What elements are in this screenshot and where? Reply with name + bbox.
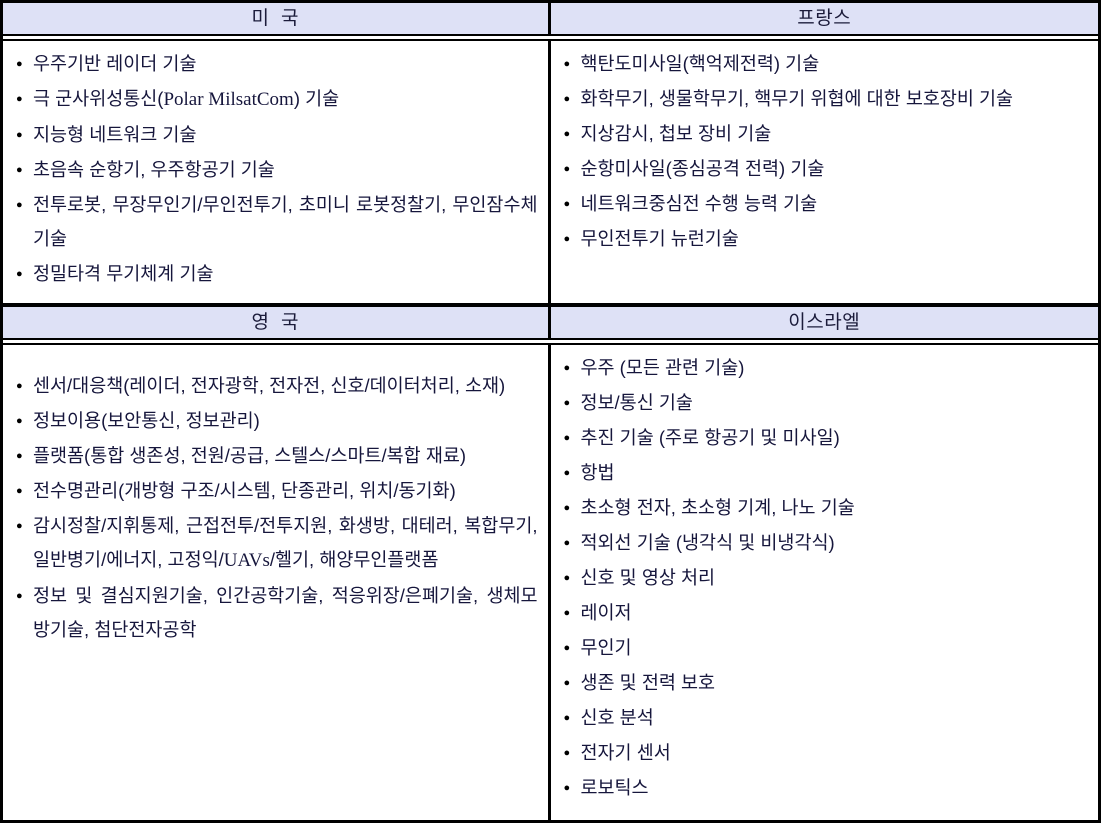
cell-israel: 우주 (모든 관련 기술) 정보/통신 기술 추진 기술 (주로 항공기 및 미… (551, 345, 1099, 820)
list-item: 무인전투기 뉴런기술 (561, 222, 1089, 256)
list-item: 신호 및 영상 처리 (561, 561, 1089, 595)
list-item: 무인기 (561, 631, 1089, 665)
list-item: 플랫폼(통합 생존성, 전원/공급, 스텔스/스마트/복합 재료) (13, 439, 538, 473)
cell-france: 핵탄도미사일(핵억제전력) 기술 화학무기, 생물학무기, 핵무기 위협에 대한… (551, 41, 1099, 303)
list-item: 정보/통신 기술 (561, 386, 1089, 420)
cell-usa: 우주기반 레이더 기술 극 군사위성통신(Polar MilsatCom) 기술… (3, 41, 551, 303)
list-item: 화학무기, 생물학무기, 핵무기 위협에 대한 보호장비 기술 (561, 82, 1089, 116)
list-item: 생존 및 전력 보호 (561, 666, 1089, 700)
list-item: 정보 및 결심지원기술, 인간공학기술, 적응위장/은폐기술, 생체모방기술, … (13, 579, 538, 647)
bullet-list-usa: 우주기반 레이더 기술 극 군사위성통신(Polar MilsatCom) 기술… (13, 47, 538, 291)
list-item: 정밀타격 무기체계 기술 (13, 257, 538, 291)
list-item: 추진 기술 (주로 항공기 및 미사일) (561, 421, 1089, 455)
bullet-list-israel: 우주 (모든 관련 기술) 정보/통신 기술 추진 기술 (주로 항공기 및 미… (561, 351, 1089, 805)
latin-run: Polar MilsatCom (163, 89, 294, 110)
list-item: 센서/대응책(레이더, 전자광학, 전자전, 신호/데이터처리, 소재) (13, 369, 538, 403)
table-row-2: 영 국 이스라엘 센서/대응책(레이더, 전자광학, 전자전, 신호/데이터처리… (3, 303, 1098, 820)
body-row-2: 센서/대응책(레이더, 전자광학, 전자전, 신호/데이터처리, 소재) 정보이… (3, 345, 1098, 820)
list-item: 정보이용(보안통신, 정보관리) (13, 404, 538, 438)
header-row-2: 영 국 이스라엘 (3, 307, 1098, 339)
column-header-uk: 영 국 (3, 307, 551, 338)
list-item: 전수명관리(개방형 구조/시스템, 단종관리, 위치/동기화) (13, 474, 538, 508)
list-item: 신호 분석 (561, 701, 1089, 735)
list-item: 항법 (561, 456, 1089, 490)
list-item: 네트워크중심전 수행 능력 기술 (561, 187, 1089, 221)
list-item: 전투로봇, 무장무인기/무인전투기, 초미니 로봇정찰기, 무인잠수체 기술 (13, 188, 538, 256)
column-header-israel: 이스라엘 (550, 307, 1098, 338)
list-item: 순항미사일(종심공격 전력) 기술 (561, 152, 1089, 186)
list-item: 우주기반 레이더 기술 (13, 47, 538, 81)
list-item: 초소형 전자, 초소형 기계, 나노 기술 (561, 491, 1089, 525)
cell-uk: 센서/대응책(레이더, 전자광학, 전자전, 신호/데이터처리, 소재) 정보이… (3, 345, 551, 820)
list-item: 초음속 순항기, 우주항공기 기술 (13, 153, 538, 187)
column-header-france: 프랑스 (550, 3, 1098, 34)
list-item: 전자기 센서 (561, 736, 1089, 770)
latin-run: UAVs (223, 550, 270, 571)
list-item: 적외선 기술 (냉각식 및 비냉각식) (561, 526, 1089, 560)
list-item: 레이저 (561, 596, 1089, 630)
list-item: 감시정찰/지휘통제, 근접전투/전투지원, 화생방, 대테러, 복합무기, 일반… (13, 509, 538, 578)
list-item: 지상감시, 첩보 장비 기술 (561, 117, 1089, 151)
list-item: 우주 (모든 관련 기술) (561, 351, 1089, 385)
header-row-1: 미 국 프랑스 (3, 3, 1098, 35)
column-header-usa: 미 국 (3, 3, 551, 34)
list-item: 지능형 네트워크 기술 (13, 118, 538, 152)
list-item: 극 군사위성통신(Polar MilsatCom) 기술 (13, 82, 538, 117)
bullet-list-uk: 센서/대응책(레이더, 전자광학, 전자전, 신호/데이터처리, 소재) 정보이… (13, 369, 538, 647)
list-item: 핵탄도미사일(핵억제전력) 기술 (561, 47, 1089, 81)
table-row-1: 미 국 프랑스 우주기반 레이더 기술 극 군사위성통신(Polar Milsa… (3, 3, 1098, 303)
technology-comparison-table: 미 국 프랑스 우주기반 레이더 기술 극 군사위성통신(Polar Milsa… (0, 0, 1101, 823)
list-item: 로보틱스 (561, 771, 1089, 805)
body-row-1: 우주기반 레이더 기술 극 군사위성통신(Polar MilsatCom) 기술… (3, 41, 1098, 303)
bullet-list-france: 핵탄도미사일(핵억제전력) 기술 화학무기, 생물학무기, 핵무기 위협에 대한… (561, 47, 1089, 256)
